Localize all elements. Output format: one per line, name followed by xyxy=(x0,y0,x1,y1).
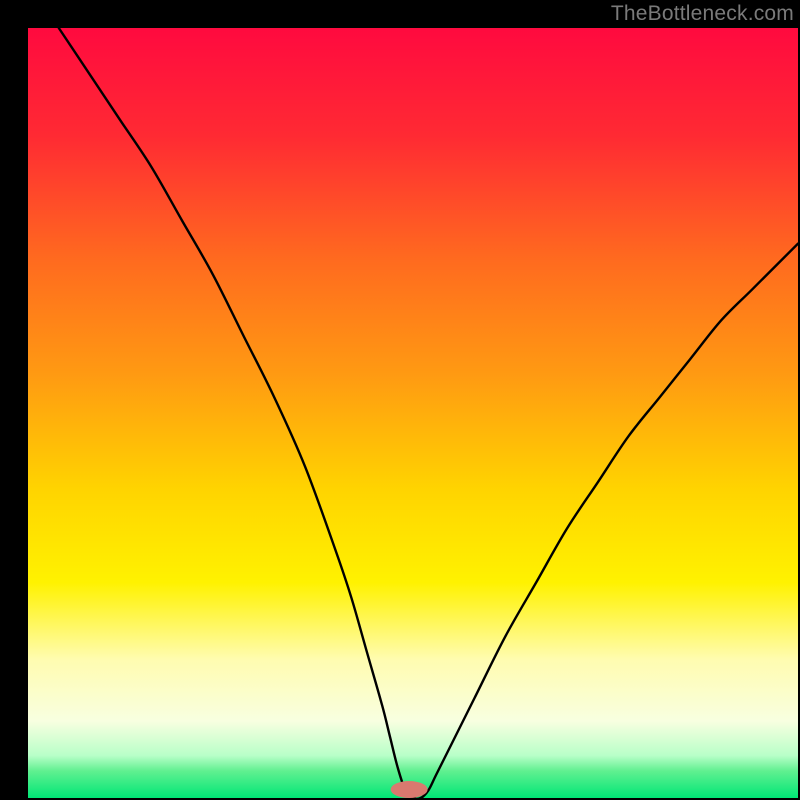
watermark-text: TheBottleneck.com xyxy=(611,2,794,26)
bottleneck-chart xyxy=(0,0,800,800)
chart-frame: TheBottleneck.com xyxy=(0,0,800,800)
optimum-marker xyxy=(391,781,428,798)
gradient-panel xyxy=(28,28,798,798)
